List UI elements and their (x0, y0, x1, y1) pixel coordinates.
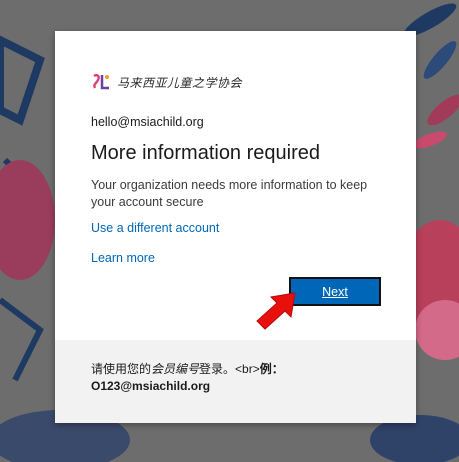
red-pointer-arrow-icon (255, 291, 301, 336)
footer-instructions: 请使用您的会员编号登录。<br>例： O123@msiachild.org (91, 361, 391, 395)
footer-text-part1: 请使用您的 (91, 362, 152, 376)
footer-example-email: O123@msiachild.org (91, 379, 211, 393)
card-main-section: 马来西亚儿童之学协会 hello@msiachild.org More info… (55, 31, 416, 340)
sign-in-card: 马来西亚儿童之学协会 hello@msiachild.org More info… (55, 31, 416, 423)
card-footer: 请使用您的会员编号登录。<br>例： O123@msiachild.org (55, 340, 416, 423)
use-different-account-link[interactable]: Use a different account (91, 221, 219, 235)
footer-text-example-label: 例： (259, 362, 284, 376)
account-email: hello@msiachild.org (91, 115, 204, 129)
next-button[interactable]: Next (289, 277, 381, 306)
learn-more-link[interactable]: Learn more (91, 251, 155, 265)
organization-logo-text: 马来西亚儿童之学协会 (117, 75, 243, 90)
page-title: More information required (91, 142, 320, 164)
organization-logo-icon (91, 72, 113, 92)
footer-text-part3: 登录。<br> (199, 362, 260, 376)
footer-text-member-id: 会员编号 (151, 362, 200, 376)
description-text: Your organization needs more information… (91, 178, 368, 209)
organization-logo: 马来西亚儿童之学协会 (91, 72, 242, 92)
